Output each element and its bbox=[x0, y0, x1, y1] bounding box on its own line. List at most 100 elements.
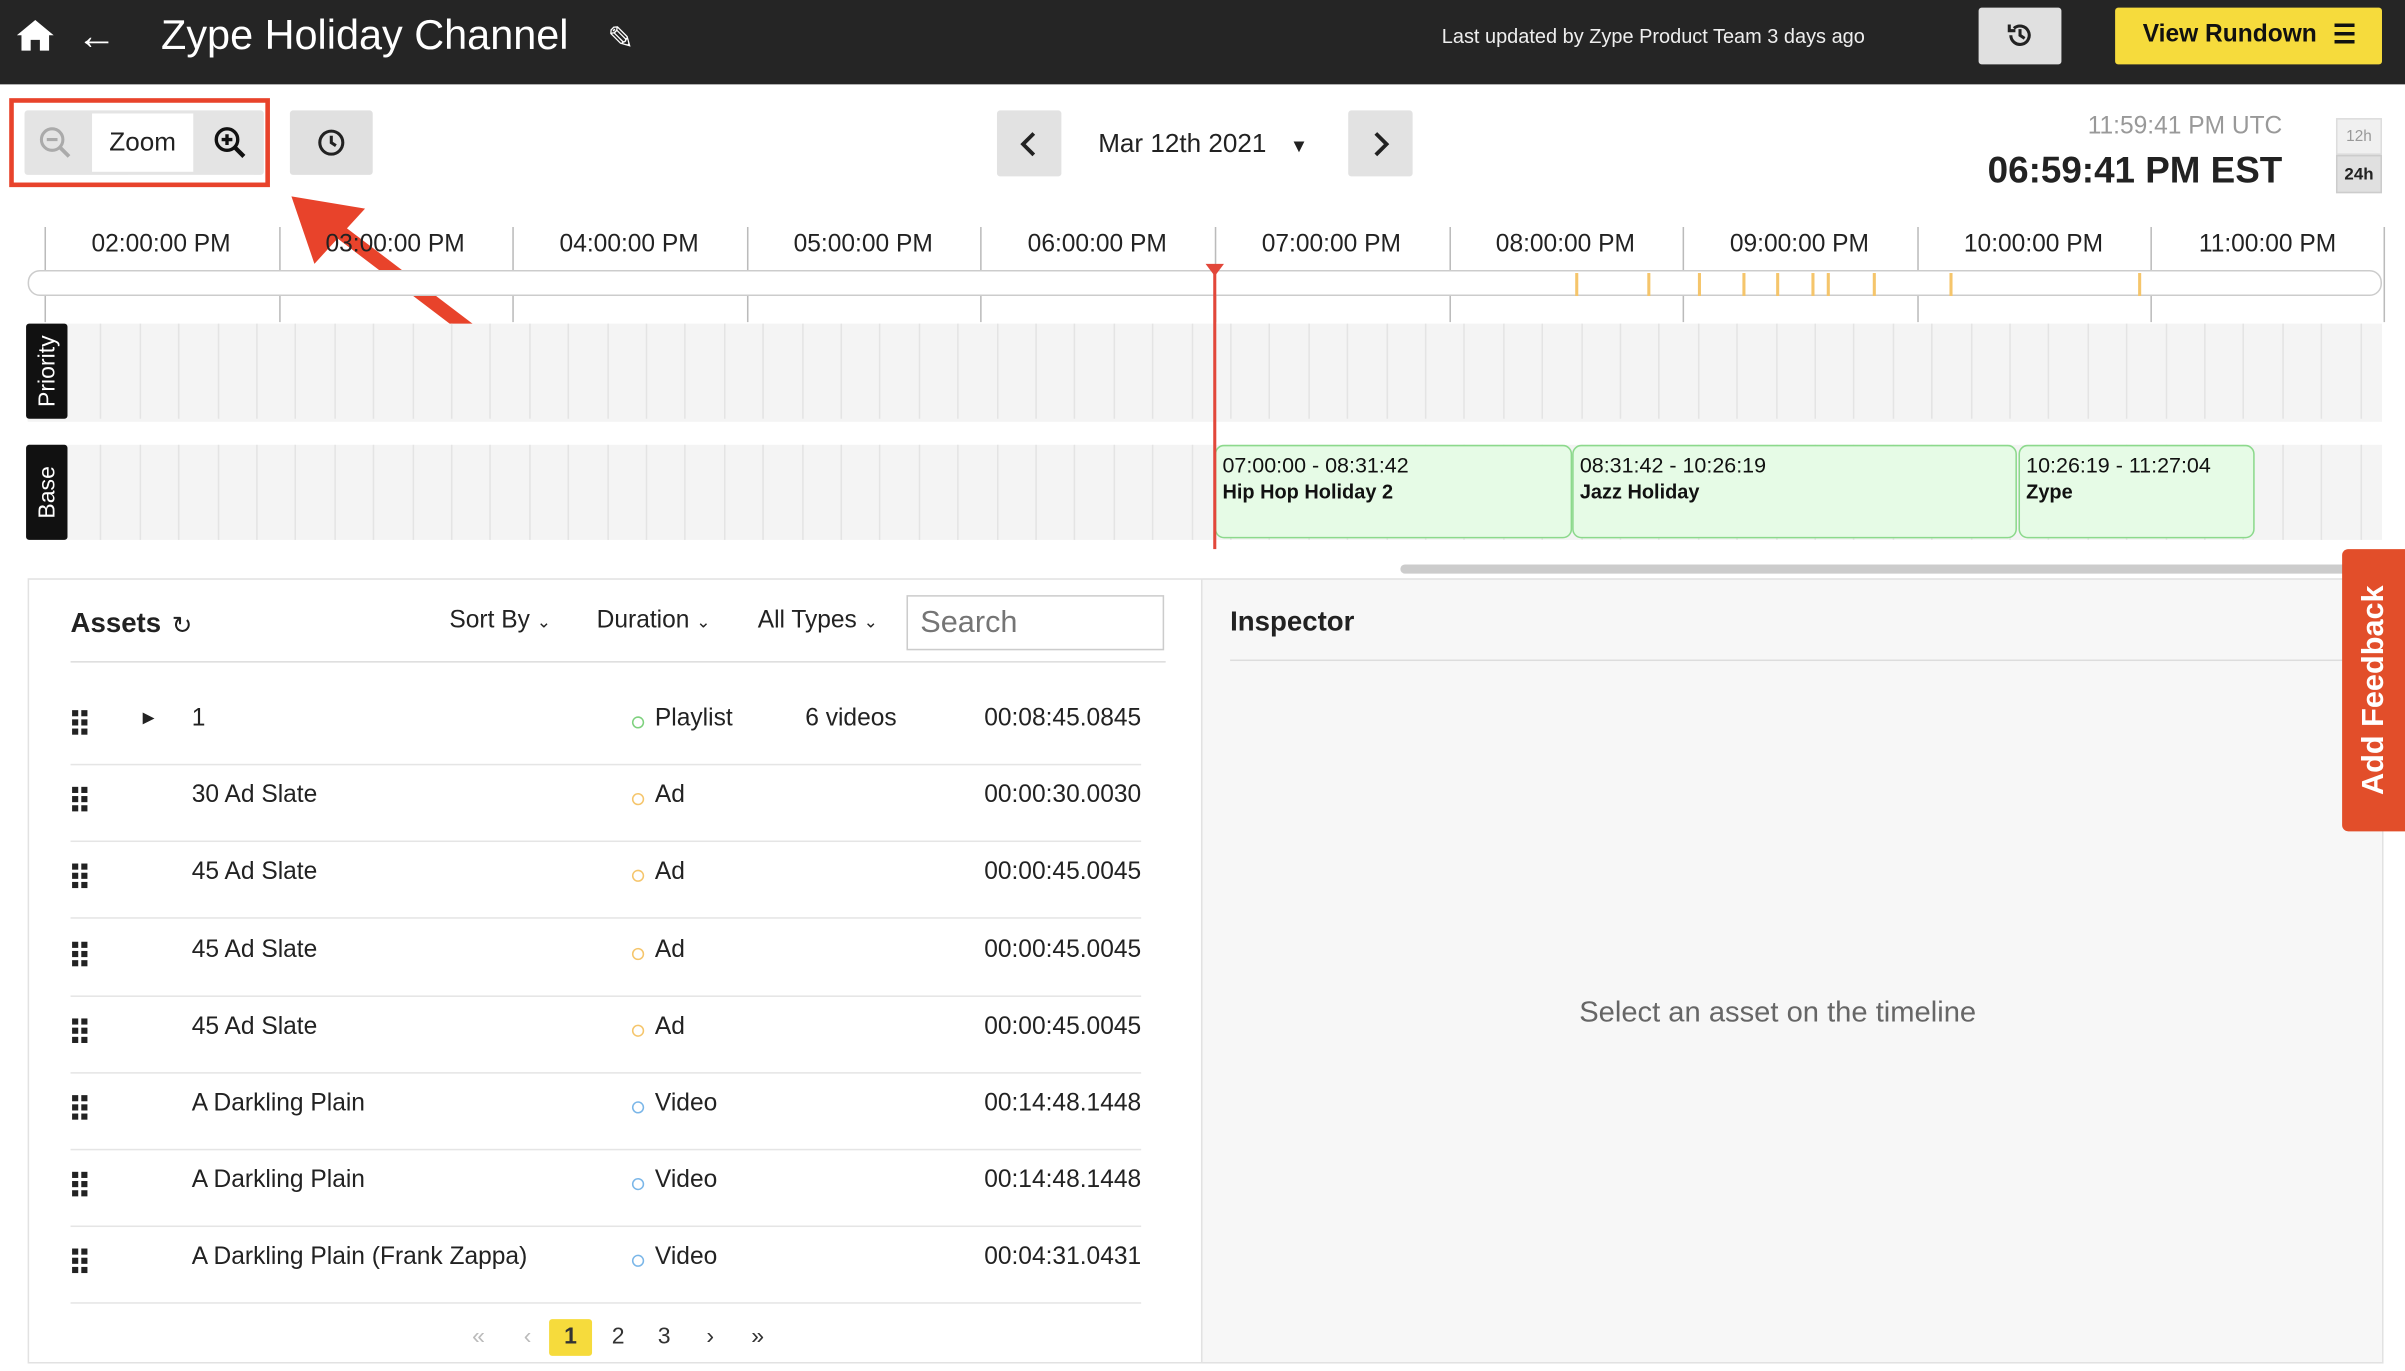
lane-grid-line bbox=[1814, 323, 1817, 419]
lane-grid-line bbox=[1074, 444, 1076, 540]
last-updated-text: Last updated by Zype Product Team 3 days… bbox=[1441, 24, 1865, 48]
timeline-block[interactable]: 07:00:00 - 08:31:42 Hip Hop Holiday 2 bbox=[1214, 444, 1573, 539]
lane-grid-line bbox=[879, 323, 882, 419]
next-date-button[interactable] bbox=[1348, 110, 1413, 177]
timeline-tick-label: 07:00:00 PM bbox=[1261, 231, 1401, 258]
sort-by-dropdown[interactable]: Sort By ⌄ bbox=[449, 607, 550, 635]
duration-dropdown[interactable]: Duration ⌄ bbox=[597, 607, 711, 635]
lane-grid-line bbox=[957, 444, 959, 540]
asset-row[interactable]: 45 Ad Slate Ad 00:00:45.0045 bbox=[70, 918, 1141, 997]
drag-handle-icon[interactable] bbox=[71, 1248, 89, 1276]
lane-grid-line bbox=[295, 444, 297, 540]
drag-handle-icon[interactable] bbox=[71, 709, 89, 737]
lane-grid-line bbox=[2204, 323, 2206, 419]
asset-duration: 00:14:48.1448 bbox=[984, 1090, 1142, 1117]
home-icon[interactable] bbox=[15, 17, 55, 54]
types-dropdown[interactable]: All Types ⌄ bbox=[758, 607, 878, 635]
asset-row[interactable]: 45 Ad Slate Ad 00:00:45.0045 bbox=[70, 995, 1141, 1074]
asset-duration: 00:08:45.0845 bbox=[984, 705, 1142, 732]
lane-grid-line bbox=[1269, 323, 1271, 419]
back-arrow-icon[interactable]: ← bbox=[77, 15, 117, 55]
lane-grid-line bbox=[1658, 323, 1661, 419]
last-page-button[interactable]: » bbox=[736, 1319, 779, 1356]
now-button[interactable] bbox=[289, 110, 373, 175]
asset-row[interactable]: 30 Ad Slate Ad 00:00:30.0030 bbox=[70, 764, 1142, 843]
priority-lane[interactable] bbox=[27, 323, 2382, 422]
lane-grid-line bbox=[2087, 323, 2089, 419]
date-picker[interactable]: Mar 12th 2021 bbox=[1098, 129, 1266, 160]
asset-row[interactable]: ▶ 1 Playlist 6 videos 00:08:45.0845 bbox=[70, 687, 1142, 766]
ad-marker bbox=[1826, 273, 1830, 297]
timeline-block[interactable]: 08:31:42 - 10:26:19 Jazz Holiday bbox=[1572, 444, 2017, 539]
drag-handle-icon[interactable] bbox=[71, 1017, 89, 1045]
lane-grid-line bbox=[1074, 323, 1076, 419]
lane-grid-line bbox=[567, 444, 570, 540]
format-24h-button[interactable]: 24h bbox=[2335, 154, 2382, 194]
lane-grid-line bbox=[1736, 323, 1739, 419]
lane-grid-line bbox=[528, 444, 531, 540]
asset-row[interactable]: A Darkling Plain Video 00:14:48.1448 bbox=[70, 1072, 1142, 1151]
lane-grid-line bbox=[100, 323, 102, 419]
lane-grid-line bbox=[723, 444, 726, 540]
lane-grid-line bbox=[1970, 323, 1972, 419]
lane-grid-line bbox=[2009, 323, 2011, 419]
lane-grid-line bbox=[489, 323, 492, 419]
ad-marker bbox=[1776, 273, 1780, 297]
asset-duration: 00:04:31.0431 bbox=[984, 1244, 1142, 1271]
timeline-tick-label: 10:00:00 PM bbox=[1963, 231, 2104, 258]
edit-pencil-icon[interactable]: ✎ bbox=[607, 20, 634, 58]
refresh-icon[interactable]: ↻ bbox=[172, 610, 193, 641]
ad-marker bbox=[1949, 273, 1953, 297]
format-12h-button[interactable]: 12h bbox=[2335, 118, 2382, 155]
block-time: 10:26:19 - 11:27:04 bbox=[2026, 452, 2211, 478]
prev-date-button[interactable] bbox=[996, 110, 1062, 177]
drag-handle-icon[interactable] bbox=[71, 1171, 89, 1199]
page-2-button[interactable]: 2 bbox=[597, 1319, 640, 1356]
asset-row[interactable]: 45 Ad Slate Ad 00:00:45.0045 bbox=[70, 841, 1142, 920]
drag-handle-icon[interactable] bbox=[71, 863, 89, 891]
lane-grid-line bbox=[1230, 323, 1232, 419]
add-feedback-label: Add Feedback bbox=[2355, 585, 2390, 796]
asset-row[interactable]: A Darkling Plain Video 00:14:48.1448 bbox=[70, 1149, 1141, 1228]
asset-name: 30 Ad Slate bbox=[191, 782, 318, 809]
asset-type-dot bbox=[631, 1178, 645, 1191]
add-feedback-button[interactable]: Add Feedback bbox=[2342, 549, 2405, 832]
drag-handle-icon[interactable] bbox=[71, 1094, 89, 1122]
first-page-button[interactable]: « bbox=[457, 1319, 500, 1356]
asset-type-dot bbox=[631, 1101, 645, 1114]
chevron-left-icon bbox=[1020, 132, 1036, 157]
inspector-empty-message: Select an asset on the timeline bbox=[1579, 996, 1977, 1030]
ad-marker bbox=[1647, 273, 1651, 297]
timeline-block[interactable]: 10:26:19 - 11:27:04 Zype bbox=[2018, 444, 2255, 539]
lane-grid-line bbox=[450, 444, 453, 540]
lane-grid-line bbox=[762, 444, 765, 540]
asset-duration: 00:00:45.0045 bbox=[984, 859, 1142, 886]
page-3-button[interactable]: 3 bbox=[643, 1319, 686, 1356]
page-1-button[interactable]: 1 bbox=[549, 1319, 593, 1356]
zoom-highlight-box bbox=[9, 98, 270, 188]
history-icon bbox=[2007, 24, 2031, 46]
block-time: 08:31:42 - 10:26:19 bbox=[1579, 452, 1767, 478]
lane-grid-line bbox=[411, 444, 414, 540]
drag-handle-icon[interactable] bbox=[71, 786, 89, 814]
expand-caret-icon[interactable]: ▶ bbox=[143, 710, 155, 727]
page-title: Zype Holiday Channel bbox=[161, 12, 569, 59]
lane-grid-line bbox=[1035, 323, 1037, 419]
lane-grid-line bbox=[1931, 323, 1933, 419]
next-page-button[interactable]: › bbox=[689, 1319, 732, 1356]
asset-type-dot bbox=[631, 870, 645, 883]
caret-down-icon[interactable]: ▼ bbox=[1290, 135, 1308, 156]
search-input[interactable] bbox=[906, 595, 1165, 651]
asset-duration: 00:00:30.0030 bbox=[984, 782, 1142, 809]
asset-row[interactable]: A Darkling Plain (Frank Zappa) Video 00:04… bbox=[70, 1226, 1142, 1305]
prev-page-button[interactable]: ‹ bbox=[506, 1319, 549, 1356]
lane-grid-line bbox=[373, 444, 375, 540]
asset-type: Ad bbox=[654, 782, 685, 809]
lane-grid-line bbox=[996, 444, 998, 540]
history-button[interactable] bbox=[1978, 7, 2062, 65]
view-rundown-button[interactable]: View Rundown ☰ bbox=[2115, 7, 2382, 65]
timeline-horizontal-scrollbar[interactable] bbox=[1400, 564, 2382, 574]
lane-grid-line bbox=[840, 323, 843, 419]
drag-handle-icon[interactable] bbox=[71, 940, 89, 968]
lane-grid-line bbox=[139, 323, 141, 419]
